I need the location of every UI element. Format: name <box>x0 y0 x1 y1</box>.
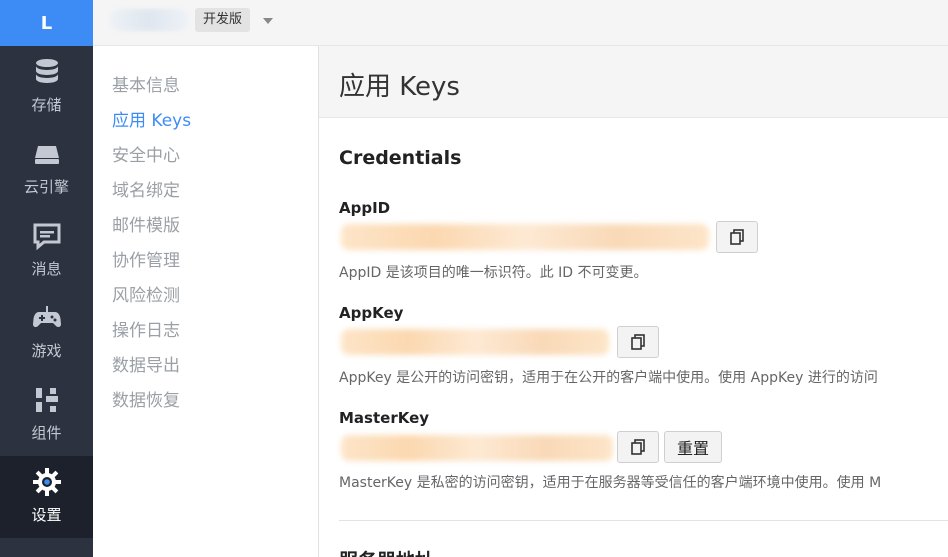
masterkey-help: MasterKey 是私密的访问密钥，适用于在服务器等受信任的客户端环境中使用。… <box>339 475 882 491</box>
app-logo[interactable]: L <box>0 0 93 46</box>
submenu-item-risk-detection[interactable]: 风险检测 <box>112 281 180 306</box>
copy-icon <box>631 334 645 350</box>
submenu-item-basic-info[interactable]: 基本信息 <box>112 71 180 96</box>
nav-rail: L 存储 云引擎 消息 游戏 组件 设置 <box>0 0 93 557</box>
submenu-item-app-keys[interactable]: 应用 Keys <box>112 106 191 131</box>
credentials-heading: Credentials <box>339 147 462 169</box>
submenu-item-data-restore[interactable]: 数据恢复 <box>112 386 180 411</box>
appid-label: AppID <box>339 199 391 217</box>
appid-help: AppID 是该项目的唯一标识符。此 ID 不可变更。 <box>339 265 648 281</box>
top-bar: 开发版 <box>93 0 948 46</box>
version-badge: 开发版 <box>195 8 251 32</box>
app-name-redacted[interactable] <box>109 9 189 31</box>
rail-item-settings[interactable]: 设置 <box>0 456 93 538</box>
reset-masterkey-button[interactable]: 重置 <box>664 431 722 463</box>
submenu-item-security-center[interactable]: 安全中心 <box>112 141 180 166</box>
copy-icon <box>730 229 744 245</box>
rail-item-label: 存储 <box>31 96 62 114</box>
rail-item-storage[interactable]: 存储 <box>0 46 93 128</box>
copy-appid-button[interactable] <box>716 221 758 253</box>
masterkey-value-redacted <box>341 435 613 461</box>
rail-item-label: 组件 <box>31 424 62 442</box>
server-address-heading: 服务器地址 <box>339 546 434 557</box>
chat-icon <box>31 220 63 252</box>
appkey-value-redacted <box>341 329 609 355</box>
copy-appkey-button[interactable] <box>617 326 659 358</box>
copy-icon <box>631 439 645 455</box>
rail-item-games[interactable]: 游戏 <box>0 292 93 374</box>
gamepad-icon <box>31 302 63 334</box>
rail-item-components[interactable]: 组件 <box>0 374 93 456</box>
caret-down-icon[interactable] <box>263 18 273 24</box>
main-content: 应用 Keys Credentials AppID AppID 是该项目的唯一标… <box>318 46 948 557</box>
database-icon <box>31 56 63 88</box>
gear-icon <box>31 466 63 498</box>
submenu-item-domain-binding[interactable]: 域名绑定 <box>112 176 180 201</box>
submenu-item-operation-log[interactable]: 操作日志 <box>112 316 180 341</box>
page-header: 应用 Keys <box>319 46 948 118</box>
masterkey-label: MasterKey <box>339 409 430 427</box>
section-divider <box>339 520 948 521</box>
rail-item-messages[interactable]: 消息 <box>0 210 93 292</box>
submenu-item-email-templates[interactable]: 邮件模版 <box>112 211 180 236</box>
rail-item-label: 设置 <box>31 506 62 524</box>
copy-masterkey-button[interactable] <box>617 431 659 463</box>
components-icon <box>31 384 63 416</box>
appid-value-redacted <box>341 224 709 250</box>
rail-item-label: 云引擎 <box>23 178 69 196</box>
appkey-label: AppKey <box>339 304 404 322</box>
settings-submenu: 基本信息 应用 Keys 安全中心 域名绑定 邮件模版 协作管理 风险检测 操作… <box>93 46 318 557</box>
server-icon <box>31 138 63 170</box>
submenu-item-data-export[interactable]: 数据导出 <box>112 351 180 376</box>
page-title: 应用 Keys <box>339 72 460 102</box>
submenu-item-collaboration[interactable]: 协作管理 <box>112 246 180 271</box>
rail-item-label: 游戏 <box>31 342 62 360</box>
rail-item-cloud-engine[interactable]: 云引擎 <box>0 128 93 210</box>
appkey-help: AppKey 是公开的访问密钥，适用于在公开的客户端中使用。使用 AppKey … <box>339 370 878 386</box>
rail-item-label: 消息 <box>31 260 62 278</box>
